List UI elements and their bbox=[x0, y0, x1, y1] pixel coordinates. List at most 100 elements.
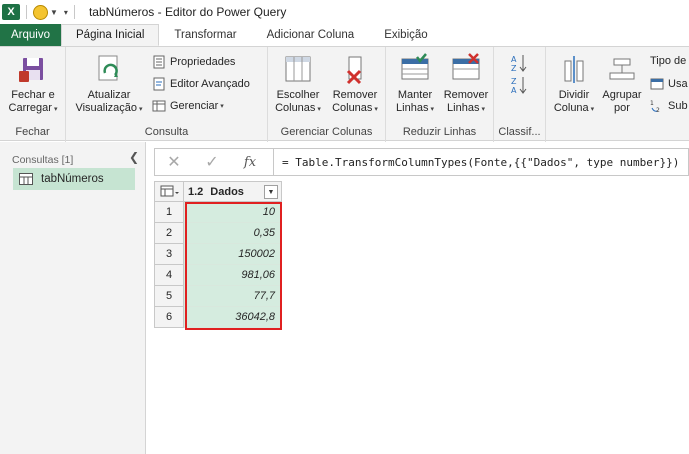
group-consulta: Atualizar Visualização ▾ Propriedades Edi… bbox=[66, 47, 268, 142]
advanced-editor-button[interactable]: Editor Avançado bbox=[152, 77, 250, 91]
svg-text:Z: Z bbox=[511, 77, 517, 86]
svg-text:1: 1 bbox=[650, 100, 654, 107]
refresh-label-2: Visualização ▾ bbox=[75, 102, 143, 114]
column-header-dados[interactable]: 1.2 Dados ▼ bbox=[184, 181, 282, 202]
group-by-label: Agrupar bbox=[602, 89, 642, 101]
properties-button[interactable]: Propriedades bbox=[152, 55, 235, 69]
group-label-reduzir-linhas: Reduzir Linhas bbox=[402, 126, 477, 138]
tab-transformar[interactable]: Transformar bbox=[159, 24, 251, 46]
group-reduzir-linhas: Manter Linhas ▾ Remover Linhas ▾ Reduzir L… bbox=[386, 47, 494, 142]
sort-descending-button[interactable]: ZA bbox=[510, 75, 532, 95]
group-label-consulta: Consulta bbox=[144, 126, 189, 138]
quick-access-menu-icon[interactable]: ▾ bbox=[64, 8, 68, 17]
column-name: Dados bbox=[210, 185, 244, 198]
remove-rows-label: Remover bbox=[443, 89, 489, 101]
split-column-button[interactable]: Dividir Coluna ▾ bbox=[552, 53, 596, 116]
chevron-down-icon: ▾ bbox=[220, 103, 224, 110]
data-type-label: Tipo de bbox=[650, 55, 687, 67]
save-close-icon bbox=[17, 53, 49, 85]
divider bbox=[26, 5, 27, 19]
queries-header: Consultas [1] bbox=[12, 154, 74, 166]
use-first-row-label: Usa bbox=[668, 78, 688, 90]
formula-input[interactable]: = Table.TransformColumnTypes(Fonte,{{"Da… bbox=[282, 156, 679, 169]
confirm-formula-button[interactable]: ✓ bbox=[193, 149, 231, 175]
tab-adicionar-coluna[interactable]: Adicionar Coluna bbox=[252, 24, 370, 46]
manage-button[interactable]: Gerenciar ▾ bbox=[152, 99, 224, 113]
title-bar: X ▼ ▾ tabNúmeros - Editor do Power Query bbox=[0, 0, 689, 24]
manage-label: Gerenciar bbox=[170, 100, 219, 112]
row-number: 2 bbox=[154, 223, 184, 244]
fx-icon[interactable]: fx bbox=[231, 149, 269, 175]
remove-columns-button[interactable]: Remover Colunas ▾ bbox=[328, 53, 382, 116]
close-load-button[interactable]: Fechar e Carregar ▾ bbox=[8, 53, 58, 116]
ribbon: Fechar e Carregar ▾ Fechar Atualizar Visu… bbox=[0, 46, 689, 142]
table-menu-icon bbox=[160, 185, 179, 197]
table-menu-button[interactable] bbox=[154, 181, 184, 202]
keep-rows-icon bbox=[399, 53, 431, 85]
refresh-preview-button[interactable]: Atualizar Visualização ▾ bbox=[74, 53, 144, 116]
table-cell[interactable]: 0,35 bbox=[184, 223, 282, 244]
group-transformar: Dividir Coluna ▾ Agrupar por Tipo de Usa … bbox=[546, 47, 689, 142]
ribbon-tabs: Arquivo Página Inicial Transformar Adici… bbox=[0, 24, 689, 46]
row-number: 5 bbox=[154, 286, 184, 307]
refresh-icon bbox=[93, 53, 125, 85]
group-gerenciar-colunas: Escolher Colunas ▾ Remover Colunas ▾ Geren… bbox=[268, 47, 386, 142]
tab-pagina-inicial[interactable]: Página Inicial bbox=[61, 24, 160, 46]
close-load-label-2: Carregar ▾ bbox=[8, 102, 58, 114]
smiley-feedback-icon[interactable] bbox=[33, 4, 48, 20]
remove-columns-label-2: Colunas ▾ bbox=[332, 102, 378, 114]
window-title: tabNúmeros - Editor do Power Query bbox=[88, 5, 287, 19]
group-fechar: Fechar e Carregar ▾ Fechar bbox=[0, 47, 66, 142]
group-by-icon bbox=[606, 53, 638, 85]
remove-columns-icon bbox=[339, 53, 371, 85]
group-label-fechar: Fechar bbox=[15, 126, 50, 138]
choose-columns-icon bbox=[282, 53, 314, 85]
table-cell[interactable]: 77,7 bbox=[184, 286, 282, 307]
excel-icon[interactable]: X bbox=[2, 4, 20, 20]
group-label-gerenciar-colunas: Gerenciar Colunas bbox=[280, 126, 373, 138]
use-first-row-button[interactable]: Usa bbox=[650, 77, 688, 91]
group-classificar: AZ ZA Classif... bbox=[494, 47, 546, 142]
row-number: 4 bbox=[154, 265, 184, 286]
formula-bar: ✕ ✓ fx = Table.TransformColumnTypes(Font… bbox=[154, 148, 689, 176]
group-by-button[interactable]: Agrupar por bbox=[598, 53, 646, 115]
collapse-pane-icon[interactable]: ❮ bbox=[129, 150, 139, 164]
remove-rows-button[interactable]: Remover Linhas ▾ bbox=[440, 53, 492, 116]
remove-rows-icon bbox=[450, 53, 482, 85]
close-load-label: Fechar e bbox=[11, 89, 55, 101]
filter-dropdown-icon[interactable]: ▼ bbox=[264, 185, 278, 199]
cancel-formula-button[interactable]: ✕ bbox=[155, 149, 193, 175]
row-number: 6 bbox=[154, 307, 184, 328]
table-cell[interactable]: 10 bbox=[184, 202, 282, 223]
query-item-tabnumeros[interactable]: tabNúmeros bbox=[13, 168, 135, 190]
keep-rows-label-2: Linhas ▾ bbox=[396, 102, 434, 114]
table-cell[interactable]: 36042,8 bbox=[184, 307, 282, 328]
advanced-editor-label: Editor Avançado bbox=[170, 78, 250, 90]
remove-rows-label-2: Linhas ▾ bbox=[447, 102, 485, 114]
table-cell[interactable]: 981,06 bbox=[184, 265, 282, 286]
group-by-label-2: por bbox=[614, 102, 630, 114]
svg-text:A: A bbox=[511, 86, 517, 95]
choose-columns-button[interactable]: Escolher Colunas ▾ bbox=[272, 53, 324, 116]
table-cell[interactable]: 150002 bbox=[184, 244, 282, 265]
split-column-label-2: Coluna ▾ bbox=[553, 102, 595, 114]
replace-values-button[interactable]: 12 Sub bbox=[650, 99, 688, 114]
split-column-label: Dividir bbox=[558, 89, 590, 101]
sort-ascending-button[interactable]: AZ bbox=[510, 53, 532, 73]
svg-text:A: A bbox=[511, 55, 517, 64]
refresh-label: Atualizar bbox=[87, 89, 131, 101]
tab-exibicao[interactable]: Exibição bbox=[369, 24, 442, 46]
decimal-type-icon[interactable]: 1.2 bbox=[188, 186, 203, 198]
row-number: 3 bbox=[154, 244, 184, 265]
properties-icon bbox=[152, 55, 166, 69]
remove-columns-label: Remover bbox=[332, 89, 378, 101]
table-header-icon bbox=[650, 77, 664, 91]
keep-rows-label: Manter bbox=[397, 89, 433, 101]
tab-arquivo[interactable]: Arquivo bbox=[0, 24, 61, 46]
data-type-button[interactable]: Tipo de bbox=[650, 55, 686, 67]
divider bbox=[273, 149, 274, 175]
keep-rows-button[interactable]: Manter Linhas ▾ bbox=[390, 53, 440, 116]
replace-values-icon: 12 bbox=[650, 99, 664, 114]
query-label: tabNúmeros bbox=[41, 173, 104, 185]
chevron-down-icon[interactable]: ▼ bbox=[50, 8, 58, 17]
